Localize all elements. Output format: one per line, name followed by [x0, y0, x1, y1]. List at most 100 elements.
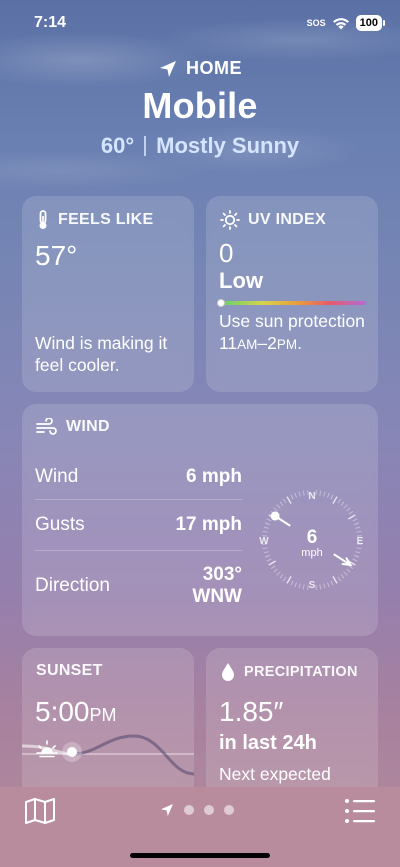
wind-gusts-label: Gusts [35, 514, 85, 535]
sunset-title: SUNSET [36, 662, 103, 679]
status-bar: 7:14 SOS 100 [0, 0, 400, 46]
compass-tick [343, 571, 348, 576]
wind-direction-value: 303° WNW [192, 564, 242, 608]
compass-east: E [357, 536, 364, 547]
compass-tick [266, 558, 272, 562]
compass-tick [340, 574, 345, 579]
compass-tick [352, 558, 358, 562]
compass-tick [332, 576, 338, 584]
wind-speed-label: Wind [35, 465, 79, 487]
conditions-divider [144, 136, 147, 156]
wind-speed-value: 6 mph [186, 465, 242, 487]
compass-tick [276, 504, 281, 509]
compass-tick [323, 583, 326, 589]
wind-direction-degrees: 303° [202, 564, 242, 585]
compass-tick [273, 568, 278, 573]
location-header: HOME Mobile 60° Mostly Sunny [0, 58, 400, 159]
compass-tick [262, 530, 268, 533]
compass-tick [355, 551, 361, 554]
compass-tick [264, 522, 270, 526]
compass-south: S [309, 580, 316, 591]
compass-tick [286, 576, 292, 584]
compass-north: N [308, 491, 315, 502]
compass-tick [279, 574, 284, 579]
uv-index-card[interactable]: UV INDEX 0 Low Use sun protection 11AM–2… [206, 196, 378, 392]
uv-index-scale-bar [219, 301, 366, 305]
wind-direction-cardinal: WNW [192, 586, 242, 607]
precipitation-value: 1.85″ [219, 696, 284, 727]
compass-unit: mph [301, 547, 322, 559]
compass-tick [355, 526, 361, 529]
current-temperature: 60° [100, 133, 135, 158]
city-name: Mobile [142, 85, 258, 126]
precipitation-card[interactable]: PRECIPITATION 1.85″ in last 24h Next exp… [206, 648, 378, 798]
sunset-time-suffix: PM [89, 705, 117, 725]
wind-speed-row: Wind 6 mph [35, 454, 242, 499]
battery-indicator: 100 [355, 15, 386, 31]
compass-tick [282, 498, 287, 504]
compass-tick [298, 491, 301, 497]
location-label: HOME [186, 58, 242, 78]
wind-direction-label: Direction [35, 575, 110, 596]
compass-tick [323, 491, 326, 497]
precipitation-next: Next expected [219, 764, 331, 784]
compass-tick [354, 522, 360, 526]
location-label-row: HOME [0, 58, 400, 79]
uv-time-end-suffix: PM [276, 337, 298, 352]
compass-tick [348, 514, 356, 520]
status-time: 7:14 [34, 14, 67, 31]
thermometer-icon [39, 210, 47, 229]
uv-index-value: 0 [219, 238, 234, 268]
page-indicator[interactable] [160, 803, 234, 817]
feels-like-description: Wind is making it feel cooler. [35, 333, 168, 375]
precipitation-title: PRECIPITATION [244, 664, 358, 680]
uv-index-title: UV INDEX [248, 211, 326, 228]
map-icon[interactable] [24, 797, 56, 825]
wind-direction-row: Direction 303° WNW [35, 551, 242, 621]
compass-tick [330, 494, 334, 500]
list-icon[interactable] [344, 798, 376, 824]
compass-tick [356, 547, 362, 550]
home-indicator[interactable] [130, 853, 270, 858]
wind-details: Wind 6 mph Gusts 17 mph Direction 303° W… [35, 454, 242, 621]
compass-tick [263, 526, 269, 529]
compass-tick [330, 580, 334, 586]
wind-icon [36, 418, 57, 435]
feels-like-title: FEELS LIKE [58, 211, 154, 228]
compass-tick [290, 580, 294, 586]
uv-index-indicator [217, 299, 225, 307]
sunset-header: SUNSET [36, 662, 103, 758]
compass-tick [319, 584, 322, 590]
compass-tick [337, 576, 342, 582]
compass-tick [273, 507, 278, 512]
location-arrow-icon [160, 60, 176, 77]
feels-like-card[interactable]: FEELS LIKE 57° Wind is making it feel co… [22, 196, 194, 392]
page-dot[interactable] [224, 805, 234, 815]
compass-tick [264, 554, 270, 558]
wind-card[interactable]: WIND Wind 6 mph Gusts 17 mph Direction 3… [22, 404, 378, 636]
wind-gusts-value: 17 mph [175, 514, 242, 535]
compass-tick [270, 565, 276, 570]
compass-tick [354, 554, 360, 558]
wind-header: WIND [36, 418, 110, 436]
raindrop-icon [222, 663, 234, 681]
page-dot[interactable] [204, 805, 214, 815]
current-location-icon[interactable] [160, 803, 174, 817]
status-indicators: SOS 100 [307, 15, 386, 31]
compass-tick [340, 501, 345, 506]
sunset-card[interactable]: SUNSET 5:00PM [22, 648, 194, 798]
compass-tick [302, 490, 305, 496]
precipitation-period: in last 24h [219, 732, 317, 754]
compass-tick [332, 496, 338, 504]
compass-tick [294, 492, 298, 498]
uv-index-header: UV INDEX [220, 210, 326, 230]
compass-tick [356, 530, 362, 533]
compass-tick [268, 560, 276, 566]
wind-compass: N S W E 6 mph [259, 490, 364, 591]
compass-speed: 6 [307, 527, 318, 548]
uv-index-level: Low [219, 268, 263, 293]
uv-time-start: 11 [219, 333, 238, 353]
compass-tick [266, 518, 272, 522]
sunset-time-value: 5:00 [35, 696, 90, 727]
page-dot[interactable] [184, 805, 194, 815]
